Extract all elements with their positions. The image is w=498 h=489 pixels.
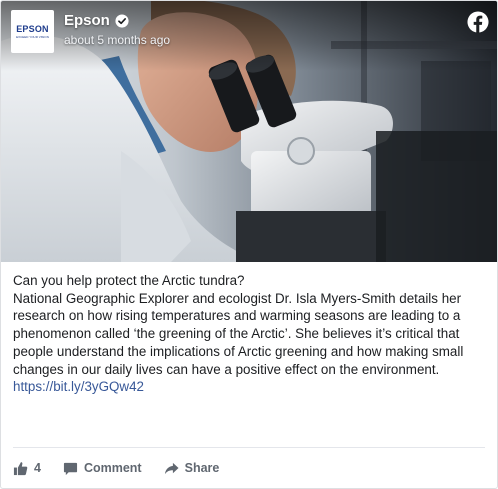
comment-bubble-icon: [63, 462, 78, 475]
page-avatar[interactable]: EPSON EXCEED YOUR VISION: [11, 10, 54, 53]
page-name-row: Epson: [64, 12, 129, 29]
post-message: Can you help protect the Arctic tundra? …: [13, 272, 487, 396]
like-button[interactable]: 4: [13, 461, 41, 476]
facebook-post-card: EPSON EXCEED YOUR VISION Epson about 5 m…: [0, 0, 498, 489]
divider: [13, 447, 485, 448]
logo-tagline: EXCEED YOUR VISION: [16, 35, 49, 39]
comment-button[interactable]: Comment: [63, 461, 142, 476]
share-button[interactable]: Share: [164, 461, 220, 476]
post-body: National Geographic Explorer and ecologi…: [13, 290, 464, 377]
share-label: Share: [184, 461, 220, 475]
thumbs-up-icon: [13, 461, 28, 475]
like-count: 4: [34, 461, 41, 475]
comment-label: Comment: [83, 461, 142, 475]
post-photo[interactable]: EPSON EXCEED YOUR VISION Epson about 5 m…: [1, 1, 497, 262]
logo-wordmark: EPSON: [16, 24, 49, 34]
page-name[interactable]: Epson: [64, 12, 110, 29]
facebook-icon[interactable]: [467, 11, 489, 33]
share-arrow-icon: [164, 462, 179, 474]
verified-badge-icon: [115, 13, 129, 28]
action-bar: 4 Comment Share: [13, 459, 241, 477]
post-headline: Can you help protect the Arctic tundra?: [13, 273, 245, 288]
post-timestamp[interactable]: about 5 months ago: [64, 33, 170, 47]
post-link[interactable]: https://bit.ly/3yGQw42: [13, 378, 487, 396]
